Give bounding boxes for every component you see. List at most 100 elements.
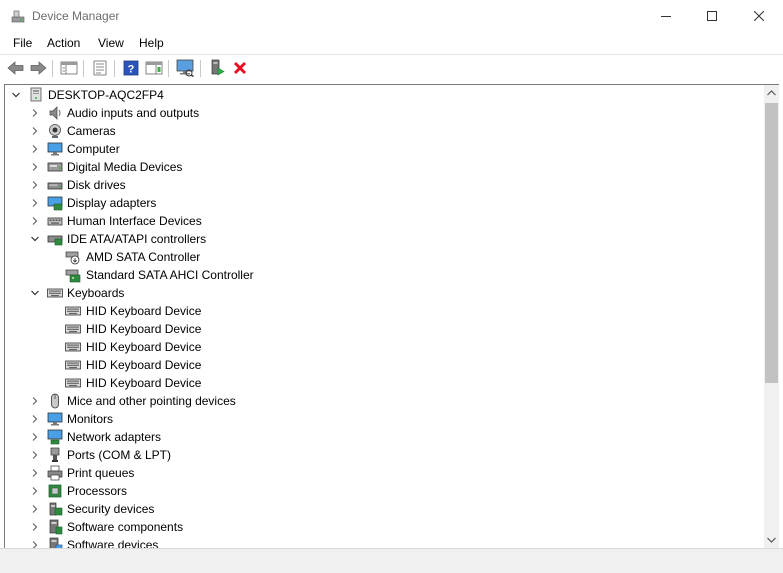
printer-icon (47, 465, 63, 481)
uninstall-device-button[interactable] (230, 58, 250, 78)
device-label: Processors (67, 484, 128, 498)
scroll-down-icon (767, 537, 776, 543)
collapsed-chevron-icon[interactable] (29, 449, 41, 461)
keyboard-icon (47, 285, 63, 301)
vertical-scrollbar[interactable] (764, 84, 779, 548)
media-device-icon (47, 159, 63, 175)
device-category-row[interactable]: Disk drives (5, 176, 765, 194)
collapsed-chevron-icon[interactable] (29, 395, 41, 407)
device-label: Print queues (67, 466, 135, 480)
device-label: HID Keyboard Device (86, 340, 202, 354)
update-driver-button[interactable] (207, 58, 227, 78)
device-label: HID Keyboard Device (86, 322, 202, 336)
display-adapter-icon (47, 195, 63, 211)
forward-arrow-icon (30, 61, 47, 75)
collapsed-chevron-icon[interactable] (29, 179, 41, 191)
forward-button[interactable] (28, 58, 48, 78)
device-label: Standard SATA AHCI Controller (86, 268, 254, 282)
disk-drive-icon (47, 177, 63, 193)
console-tree-icon (60, 61, 78, 75)
network-adapter-icon (47, 429, 63, 445)
remove-x-icon (233, 61, 247, 75)
svg-text:?: ? (128, 64, 135, 76)
device-label: HID Keyboard Device (86, 358, 202, 372)
device-category-row[interactable]: Audio inputs and outputs (5, 104, 765, 122)
expanded-chevron-icon[interactable] (10, 89, 22, 101)
collapsed-chevron-icon[interactable] (29, 197, 41, 209)
scroll-down-button[interactable] (764, 532, 779, 548)
collapsed-chevron-icon[interactable] (29, 215, 41, 227)
show-hide-console-tree-button[interactable] (59, 58, 79, 78)
maximize-button[interactable] (689, 0, 735, 32)
device-category-row[interactable]: Cameras (5, 122, 765, 140)
close-button[interactable] (736, 0, 782, 32)
keyboard-icon (65, 303, 81, 319)
collapsed-chevron-icon[interactable] (29, 467, 41, 479)
speaker-icon (47, 105, 63, 121)
menu-action[interactable]: Action (47, 36, 80, 50)
help-button[interactable]: ? (121, 58, 141, 78)
scan-monitor-icon (176, 59, 194, 77)
device-row[interactable]: HID Keyboard Device (5, 356, 765, 374)
device-category-row[interactable]: Mice and other pointing devices (5, 392, 765, 410)
device-label: Audio inputs and outputs (67, 106, 200, 120)
device-tree[interactable]: DESKTOP-AQC2FP4 Audio inputs and outputs… (4, 84, 765, 549)
menu-help[interactable]: Help (139, 36, 164, 50)
device-category-row[interactable]: Computer (5, 140, 765, 158)
title-bar: Device Manager (0, 0, 783, 32)
device-row[interactable]: HID Keyboard Device (5, 374, 765, 392)
device-row[interactable]: AMD SATA Controller (5, 248, 765, 266)
device-label: HID Keyboard Device (86, 304, 202, 318)
tree-root[interactable]: DESKTOP-AQC2FP4 (5, 86, 765, 104)
device-label: Display adapters (67, 196, 157, 210)
device-category-row[interactable]: Security devices (5, 500, 765, 518)
device-category-row[interactable]: Software components (5, 518, 765, 536)
device-category-row[interactable]: Monitors (5, 410, 765, 428)
collapsed-chevron-icon[interactable] (29, 413, 41, 425)
expanded-chevron-icon[interactable] (29, 287, 41, 299)
collapsed-chevron-icon[interactable] (29, 521, 41, 533)
device-label: AMD SATA Controller (86, 250, 201, 264)
device-category-row[interactable]: Print queues (5, 464, 765, 482)
collapsed-chevron-icon[interactable] (29, 431, 41, 443)
device-label: HID Keyboard Device (86, 376, 202, 390)
device-category-row[interactable]: Human Interface Devices (5, 212, 765, 230)
scroll-up-button[interactable] (764, 85, 779, 101)
action-pane-button[interactable] (144, 58, 164, 78)
help-icon: ? (123, 60, 139, 76)
device-manager-icon (10, 8, 26, 24)
device-category-row[interactable]: Processors (5, 482, 765, 500)
collapsed-chevron-icon[interactable] (29, 143, 41, 155)
collapsed-chevron-icon[interactable] (29, 107, 41, 119)
back-arrow-icon (7, 61, 24, 75)
device-label: Computer (67, 142, 120, 156)
keyboard-icon (65, 339, 81, 355)
device-category-row[interactable]: IDE ATA/ATAPI controllers (5, 230, 765, 248)
menu-file[interactable]: File (13, 36, 32, 50)
device-row[interactable]: HID Keyboard Device (5, 320, 765, 338)
collapsed-chevron-icon[interactable] (29, 161, 41, 173)
device-row[interactable]: HID Keyboard Device (5, 338, 765, 356)
properties-button[interactable] (90, 58, 110, 78)
device-category-row[interactable]: Digital Media Devices (5, 158, 765, 176)
collapsed-chevron-icon[interactable] (29, 485, 41, 497)
close-icon (754, 11, 764, 21)
collapsed-chevron-icon[interactable] (29, 503, 41, 515)
device-category-row[interactable]: Keyboards (5, 284, 765, 302)
toolbar-separator (52, 60, 53, 77)
menu-view[interactable]: View (98, 36, 124, 50)
scan-hardware-changes-button[interactable] (175, 58, 195, 78)
device-row[interactable]: Standard SATA AHCI Controller (5, 266, 765, 284)
device-category-row[interactable]: Network adapters (5, 428, 765, 446)
sata-controller-icon (65, 267, 81, 283)
device-row[interactable]: HID Keyboard Device (5, 302, 765, 320)
toolbar-separator (83, 60, 84, 77)
device-label: Mice and other pointing devices (67, 394, 236, 408)
back-button[interactable] (6, 58, 26, 78)
device-category-row[interactable]: Display adapters (5, 194, 765, 212)
collapsed-chevron-icon[interactable] (29, 125, 41, 137)
device-category-row[interactable]: Ports (COM & LPT) (5, 446, 765, 464)
expanded-chevron-icon[interactable] (29, 233, 41, 245)
scrollbar-thumb[interactable] (765, 103, 778, 383)
minimize-button[interactable] (643, 0, 689, 32)
